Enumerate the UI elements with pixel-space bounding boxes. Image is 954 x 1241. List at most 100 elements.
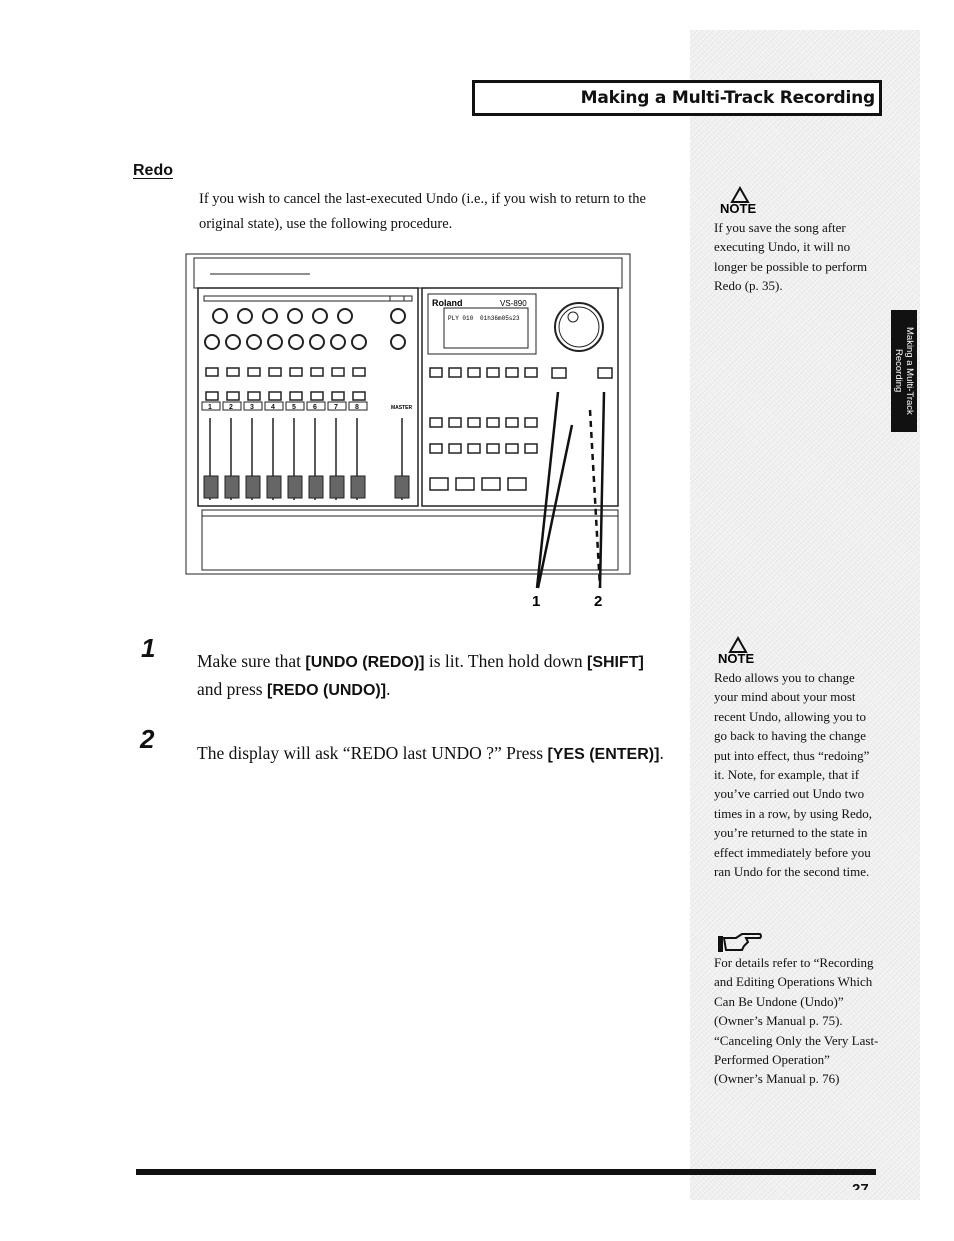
model-name: VS-890 (500, 299, 527, 308)
fader-cap (329, 475, 345, 499)
channel-button (205, 367, 219, 377)
step-text-run: . (386, 679, 391, 699)
master-label: MASTER (391, 405, 413, 411)
transport-button (455, 477, 475, 491)
input-knob (237, 308, 253, 324)
fader-cap (287, 475, 303, 499)
locator-button (524, 417, 538, 428)
button-reference: [SHIFT] (587, 654, 644, 671)
shift-button (551, 367, 567, 379)
edit-button (524, 367, 538, 378)
locator-button (467, 417, 481, 428)
chapter-tab[interactable]: Making a Multi-Track Recording (891, 310, 917, 432)
chapter-header: Making a Multi-Track Recording (472, 80, 882, 116)
channel-button (226, 367, 240, 377)
channel-number: 3 (250, 404, 254, 411)
pan-knob (267, 334, 283, 350)
pan-knob (309, 334, 325, 350)
device-illustration: 1 2 3 4 5 6 7 8 Roland VS-890 PLY 010 01h36m05s… (185, 253, 631, 610)
channel-button (331, 367, 345, 377)
input-knob (287, 308, 303, 324)
locator-button (429, 417, 443, 428)
channel-faders: 1 2 3 4 5 6 7 8 (201, 401, 410, 500)
fader-cap (203, 475, 219, 499)
pan-knob (288, 334, 304, 350)
chapter-title: Making a Multi-Track Recording (580, 88, 876, 108)
transport-button (507, 477, 527, 491)
callout-lines (535, 391, 606, 589)
channel-number: 7 (334, 404, 338, 411)
reference-text: For details refer to “Recording and Edit… (714, 955, 879, 1087)
locator-button (448, 417, 462, 428)
intro-paragraph: If you wish to cancel the last-executed … (199, 191, 646, 232)
fader-cap (266, 475, 282, 499)
recorder-buttons (429, 367, 613, 491)
button-rows (205, 367, 366, 401)
locator-button (448, 443, 462, 454)
input-knob (312, 308, 328, 324)
note-2-text: Redo allows you to change your mind abou… (714, 670, 873, 880)
channel-button (352, 367, 366, 377)
channel-button (268, 367, 282, 377)
brand-logo: Roland (432, 298, 463, 308)
knob-row (212, 308, 406, 324)
step-text-run: is lit. Then hold down (424, 651, 587, 671)
fader-cap (350, 475, 366, 499)
pan-knob (246, 334, 262, 350)
fader-cap (224, 475, 240, 499)
channel-button (352, 391, 366, 401)
undo-button (597, 367, 613, 379)
callout-1: 1 (532, 593, 540, 610)
channel-number: 5 (292, 404, 296, 411)
section-heading: Redo (133, 162, 173, 179)
locator-button (486, 443, 500, 454)
channel-button (289, 367, 303, 377)
master-fader-cap (394, 475, 410, 499)
channel-button (226, 391, 240, 401)
callout-2: 2 (594, 593, 602, 610)
step-number: 1 (141, 633, 156, 663)
locator-button (505, 443, 519, 454)
channel-number: 8 (355, 404, 359, 411)
locator-button (467, 443, 481, 454)
channel-button (310, 391, 324, 401)
note-icon: NOTE (718, 636, 754, 666)
note-icon: NOTE (720, 186, 756, 216)
page-number: 27 (852, 1181, 869, 1190)
channel-button (331, 391, 345, 401)
channel-button (247, 391, 261, 401)
edit-button (448, 367, 462, 378)
transport-button (481, 477, 501, 491)
display-line-1: PLY 010 (448, 315, 474, 322)
pan-knob (390, 334, 406, 350)
transport-button (429, 477, 449, 491)
channel-number: 4 (271, 404, 275, 411)
fader-cap (308, 475, 324, 499)
step-1-text: Make sure that [UNDO (REDO)] is lit. The… (197, 648, 667, 704)
fader-cap (245, 475, 261, 499)
edit-button (486, 367, 500, 378)
input-knob (212, 308, 228, 324)
step-text-run: Make sure that (197, 651, 306, 671)
channel-button (268, 391, 282, 401)
pan-knob (330, 334, 346, 350)
step-2-text: The display will ask “REDO last UNDO ?” … (197, 740, 667, 768)
input-knob (262, 308, 278, 324)
input-knob (390, 308, 406, 324)
svg-text:NOTE: NOTE (720, 201, 756, 216)
channel-number: 2 (229, 404, 233, 411)
edit-button (505, 367, 519, 378)
channel-button (205, 391, 219, 401)
button-reference: [UNDO (REDO)] (305, 654, 425, 671)
locator-button (486, 417, 500, 428)
knob-row (204, 334, 406, 350)
step-number: 2 (140, 724, 155, 754)
channel-button (289, 391, 303, 401)
footer-rule (136, 1169, 876, 1175)
channel-button (247, 367, 261, 377)
pan-knob (351, 334, 367, 350)
svg-text:NOTE: NOTE (718, 651, 754, 666)
step-text-run: . (659, 743, 664, 763)
button-reference: [YES (ENTER)] (547, 746, 660, 763)
pan-knob (204, 334, 220, 350)
